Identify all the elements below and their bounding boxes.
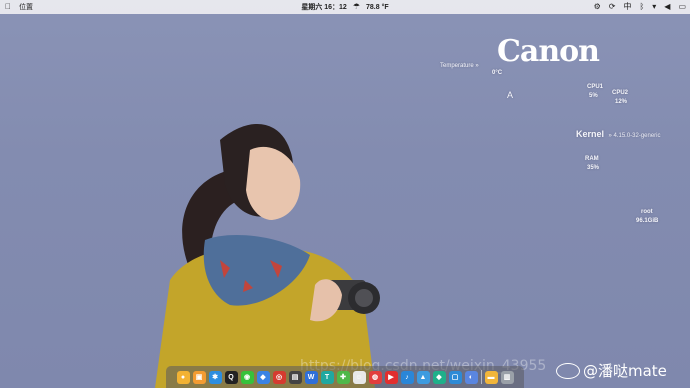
weibo-handle: @潘哒mate: [583, 362, 667, 380]
volume-icon[interactable]: ◀: [664, 0, 670, 14]
bluetooth-icon[interactable]: ᛒ: [639, 0, 644, 14]
settings-dock-icon[interactable]: ◐: [464, 370, 478, 384]
wifi-icon[interactable]: ▾: [652, 0, 656, 14]
baidu-icon[interactable]: ◆: [256, 370, 270, 384]
canon-logo: Canon: [497, 34, 600, 69]
ram-label: RAM: [585, 156, 599, 162]
folder-icon[interactable]: ▬: [484, 370, 498, 384]
cpu1-value: 5%: [589, 93, 598, 99]
trash-icon[interactable]: ▥: [500, 370, 514, 384]
app-menu-label[interactable]: 位置: [19, 2, 33, 12]
conky-letter: A: [507, 90, 514, 100]
cpu2-value: 12%: [615, 99, 628, 105]
dock: ● ▣ ✱ Q ◉ ◆ ◎ ▤ W T ✚ ☺ ◍ ▶ ♪ ▲ ◆ ▢ ◐ ▬ ▥: [166, 366, 524, 388]
weather-temp[interactable]: 78.8 °F: [366, 4, 389, 11]
video-icon[interactable]: ▶: [384, 370, 398, 384]
app-t-icon[interactable]: T: [320, 370, 334, 384]
cloud-rain-icon: ☂: [352, 2, 361, 11]
ram-value: 35%: [587, 165, 600, 171]
chrome-icon[interactable]: ●: [176, 370, 190, 384]
terminal-icon[interactable]: ▤: [288, 370, 302, 384]
weibo-icon[interactable]: ◍: [368, 370, 382, 384]
kernel-label: Kernel: [576, 129, 605, 139]
weibo-watermark: @潘哒mate: [556, 360, 667, 381]
root-label: root: [641, 209, 653, 215]
root-value: 96.1GiB: [636, 218, 659, 224]
wps-writer-icon[interactable]: W: [304, 370, 318, 384]
settings-icon[interactable]: ⚙: [594, 0, 601, 14]
status-icons: ⚙ ⟳ 中 ᛒ ▾ ◀ ▭: [594, 0, 686, 14]
weibo-logo-icon: [556, 362, 580, 379]
map-icon[interactable]: ✚: [336, 370, 350, 384]
netease-icon[interactable]: ◎: [272, 370, 286, 384]
battery-icon[interactable]: ▭: [678, 0, 686, 14]
kernel-version: » 4.15.0-32-generic: [608, 133, 661, 139]
sync-icon[interactable]: ⟳: [609, 0, 616, 14]
apple-icon[interactable]: : [5, 0, 11, 14]
clock[interactable]: 星期六 16：12: [301, 2, 347, 12]
wallpaper-subject: [155, 123, 380, 388]
input-method[interactable]: 中: [623, 0, 631, 14]
screen-icon[interactable]: ▢: [448, 370, 462, 384]
store-icon[interactable]: ✱: [208, 370, 222, 384]
music-icon[interactable]: ♪: [400, 370, 414, 384]
wechat-icon[interactable]: ◉: [240, 370, 254, 384]
dock-separator: [480, 370, 482, 384]
files-icon[interactable]: ▣: [192, 370, 206, 384]
cpu1-label: CPU1: [587, 84, 604, 90]
game-icon[interactable]: ☺: [352, 370, 366, 384]
vpn-icon[interactable]: ◆: [432, 370, 446, 384]
cpu2-label: CPU2: [612, 90, 629, 96]
kernel-row: Kernel » 4.15.0-32-generic: [576, 124, 661, 142]
photo-icon[interactable]: ▲: [416, 370, 430, 384]
qq-icon[interactable]: Q: [224, 370, 238, 384]
temperature-label: Temperature »: [440, 63, 479, 69]
top-menu-bar:  位置 星期六 16：12 ☂ 78.8 °F ⚙ ⟳ 中ᛒ ▾ ◀ ▭: [0, 0, 690, 14]
temperature-value: 0°C: [492, 70, 503, 76]
